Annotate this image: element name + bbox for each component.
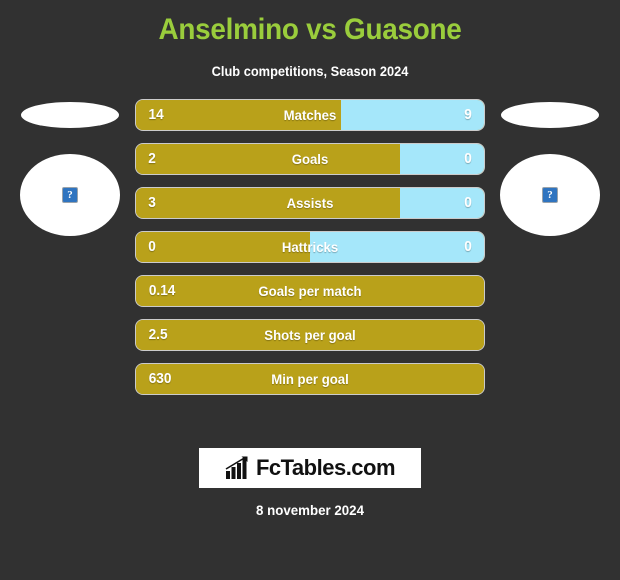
fctables-logo-text: FcTables.com [255,455,396,480]
home-player-avatar: ? [20,154,120,236]
stat-label: Matches [283,107,337,123]
stat-bar-row: 2 Goals 0 [136,144,484,174]
fctables-logo[interactable]: FcTables.com [199,448,421,488]
broken-image-glyph: ? [67,188,73,201]
stat-bar-row: 0.14 Goals per match [136,276,484,306]
stat-label: Assists [286,195,334,211]
away-stat-value: 0 [464,239,472,255]
away-stat-value: 0 [464,195,472,211]
stat-bar-row: 2.5 Shots per goal [136,320,484,350]
stat-bar-list: 14 Matches 9 2 Goals 0 3 Assists 0 0 Hattricks 0 0.1… [136,100,484,408]
stat-bar-row: 0 Hattricks 0 [136,232,484,262]
page-title: Anselmino vs Guasone [158,13,462,46]
page-subtitle: Club competitions, Season 2024 [211,64,409,79]
home-flag-icon [21,102,119,128]
broken-image-icon: ? [542,187,558,203]
stat-label: Hattricks [281,239,339,255]
stat-bar-row: 630 Min per goal [136,364,484,394]
stat-bar-row: 3 Assists 0 [136,188,484,218]
home-player-panel: ? [0,100,140,410]
stat-label: Shots per goal [264,327,356,343]
stat-label: Goals per match [258,283,362,299]
date-label: 8 november 2024 [256,502,364,518]
broken-image-icon: ? [62,187,78,203]
broken-image-glyph: ? [547,188,553,201]
away-flag-icon [501,102,599,128]
away-stat-value: 9 [464,107,472,123]
stat-bar-row: 14 Matches 9 [136,100,484,130]
away-player-avatar: ? [500,154,600,236]
away-player-panel: ? [480,100,620,410]
away-stat-value: 0 [464,151,472,167]
comparison-board: ? ? 14 Matches 9 2 Goals 0 3 Assists 0 0 Hattricks… [0,100,620,410]
stat-label: Min per goal [271,371,349,387]
stat-label: Goals [291,151,329,167]
header: Anselmino vs Guasone Club competitions, … [0,0,620,80]
bar-chart-growth-icon [225,456,248,479]
